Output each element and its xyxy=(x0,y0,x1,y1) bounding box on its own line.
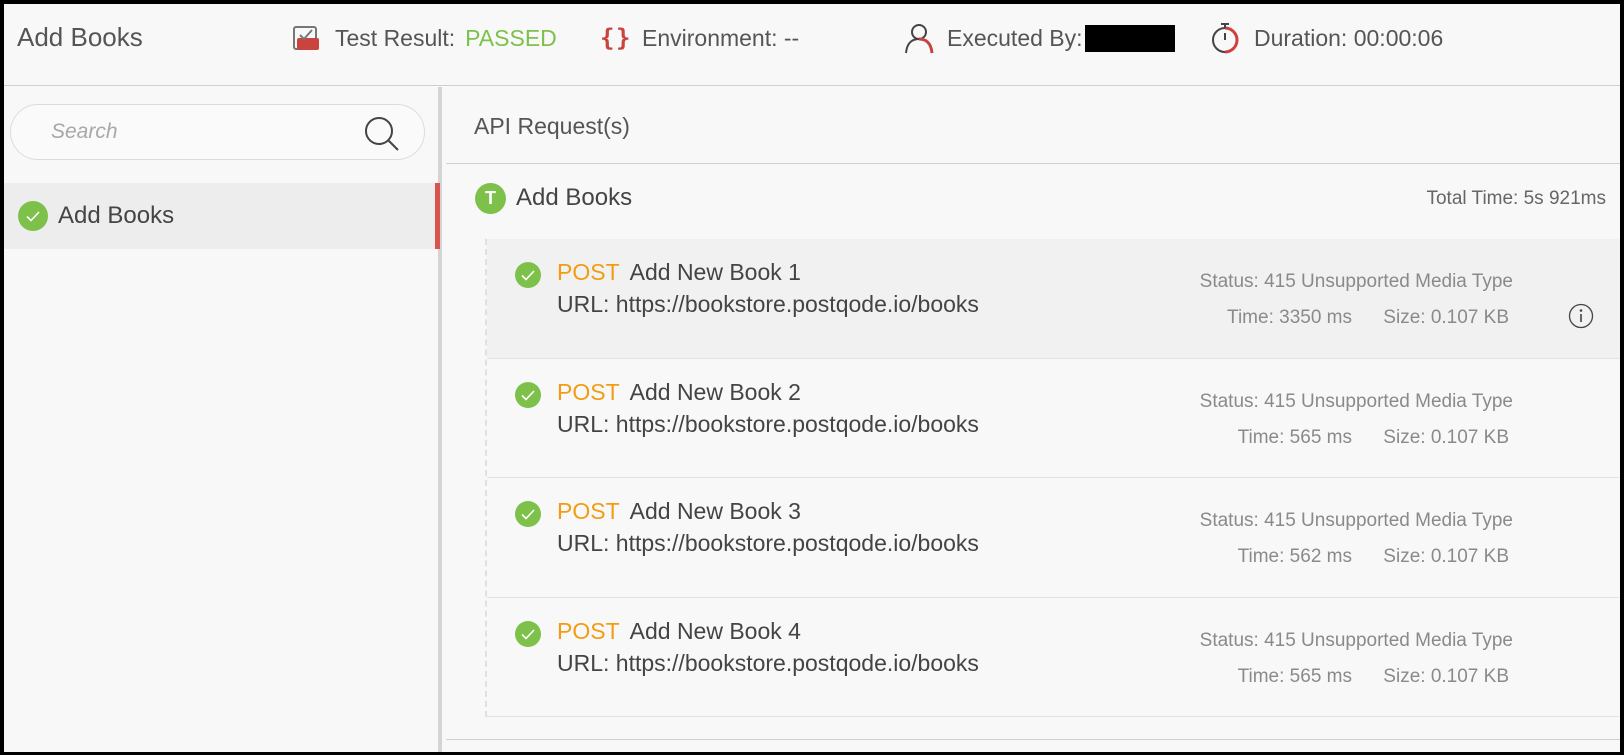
info-icon[interactable] xyxy=(1568,303,1594,329)
request-size: Size: 0.107 KB xyxy=(1383,426,1509,448)
request-time: Time: 562 ms xyxy=(1237,546,1352,567)
request-size: Size: 0.107 KB xyxy=(1383,546,1509,567)
request-name: Add New Book 3 xyxy=(629,498,801,524)
request-row[interactable]: POST Add New Book 3 URL: https://bookstor… xyxy=(487,478,1620,598)
report-header: Add Books Test Result: PASSED { } Enviro… xyxy=(4,4,1620,86)
request-method: POST xyxy=(557,259,620,285)
report-window: Add Books Test Result: PASSED { } Enviro… xyxy=(4,4,1620,752)
request-url: URL: https://bookstore.postqode.io/books xyxy=(557,410,979,437)
request-title: POST Add New Book 4 xyxy=(557,618,801,645)
divider xyxy=(446,739,1620,740)
checkbox-icon xyxy=(293,26,319,50)
request-name: Add New Book 2 xyxy=(629,378,801,405)
request-row[interactable]: POST Add New Book 1 URL: https://bookstor… xyxy=(487,239,1620,359)
total-time: Total Time: 5s 921ms xyxy=(1426,188,1606,209)
section-title: API Request(s) xyxy=(474,113,630,139)
check-circle-icon xyxy=(18,201,48,231)
environment-label: Environment: -- xyxy=(642,24,800,51)
executed-by-label: Executed By: xyxy=(947,24,1083,51)
request-row[interactable]: POST Add New Book 2 URL: https://bookstor… xyxy=(487,359,1620,478)
request-size: Size: 0.107 KB xyxy=(1383,307,1509,328)
request-method: POST xyxy=(557,378,620,405)
test-result: Test Result: PASSED xyxy=(291,22,557,54)
request-row[interactable]: POST Add New Book 4 URL: https://bookstor… xyxy=(487,598,1620,717)
request-list: POST Add New Book 1 URL: https://bookstor… xyxy=(485,239,1620,717)
environment: { } Environment: -- xyxy=(598,22,799,54)
check-circle-icon xyxy=(515,501,541,527)
request-name: Add New Book 1 xyxy=(629,259,801,285)
request-size: Size: 0.107 KB xyxy=(1383,665,1509,687)
search-icon[interactable] xyxy=(363,115,401,153)
request-time: Time: 565 ms xyxy=(1237,426,1352,448)
check-circle-icon xyxy=(515,262,541,288)
stopwatch-icon xyxy=(1212,23,1239,54)
request-url: URL: https://bookstore.postqode.io/books xyxy=(557,291,979,317)
request-status: Status: 415 Unsupported Media Type xyxy=(1199,390,1513,412)
request-url: URL: https://bookstore.postqode.io/books xyxy=(557,530,979,556)
group-name: Add Books xyxy=(516,184,633,211)
sidebar-item-label: Add Books xyxy=(58,202,175,229)
search-placeholder: Search xyxy=(51,120,118,143)
search-input[interactable]: Search xyxy=(10,104,425,160)
request-title: POST Add New Book 3 xyxy=(557,498,801,525)
check-circle-icon xyxy=(515,620,541,647)
test-result-label: Test Result: xyxy=(335,24,456,51)
sidebar-item-add-books[interactable]: Add Books xyxy=(4,183,440,249)
user-icon xyxy=(905,24,934,54)
request-status: Status: 415 Unsupported Media Type xyxy=(1199,510,1513,531)
request-name: Add New Book 4 xyxy=(629,617,801,644)
main-panel: API Request(s) T Add Books Total Time: 5… xyxy=(446,87,1620,752)
duration-label: Duration: 00:00:06 xyxy=(1254,24,1444,51)
svg-text:}: } xyxy=(616,24,630,52)
executed-by: Executed By: xyxy=(903,22,1175,54)
redacted-user xyxy=(1084,24,1175,52)
curly-braces-icon: { } xyxy=(600,24,630,52)
sidebar: Search Add Books xyxy=(4,87,442,752)
request-title: POST Add New Book 1 xyxy=(557,259,801,286)
duration: Duration: 00:00:06 xyxy=(1210,22,1443,54)
request-status: Status: 415 Unsupported Media Type xyxy=(1199,629,1513,651)
request-method: POST xyxy=(557,498,620,524)
request-title: POST Add New Book 2 xyxy=(557,379,801,406)
check-circle-icon xyxy=(515,381,541,408)
request-time: Time: 3350 ms xyxy=(1227,307,1352,328)
request-time: Time: 565 ms xyxy=(1237,665,1352,687)
test-result-value: PASSED xyxy=(465,24,557,51)
page-title: Add Books xyxy=(17,22,143,52)
request-group-header[interactable]: T Add Books Total Time: 5s 921ms xyxy=(446,165,1620,235)
request-method: POST xyxy=(557,617,620,644)
request-status: Status: 415 Unsupported Media Type xyxy=(1199,271,1513,292)
test-badge: T xyxy=(475,183,506,214)
svg-text:{: { xyxy=(600,24,614,52)
section-header: API Request(s) xyxy=(446,87,1620,164)
request-url: URL: https://bookstore.postqode.io/books xyxy=(557,649,979,676)
